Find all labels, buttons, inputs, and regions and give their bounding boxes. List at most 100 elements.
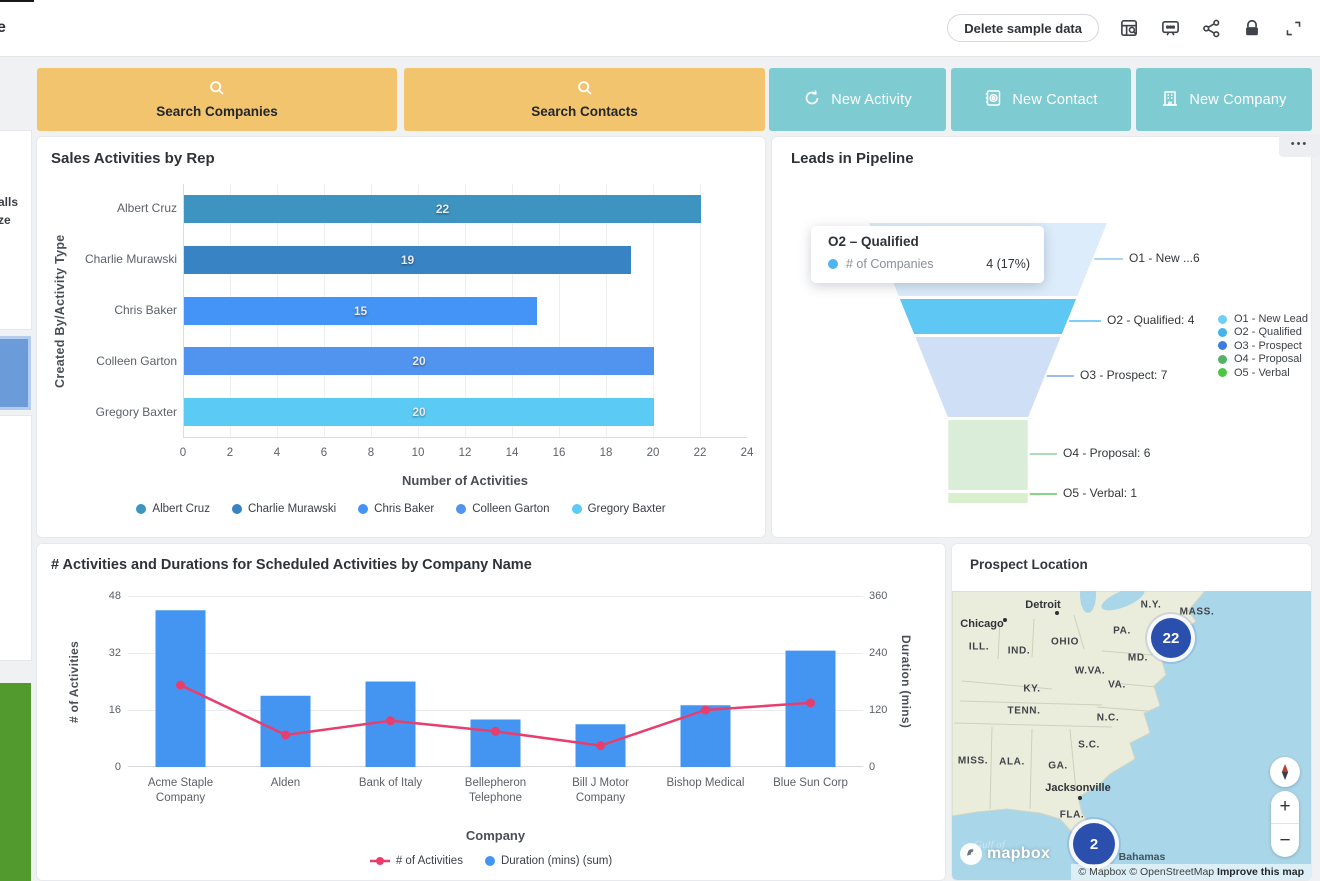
right-tick: 240 bbox=[869, 647, 909, 659]
building-icon bbox=[1161, 89, 1179, 111]
category-label: Colleen Garton bbox=[71, 354, 177, 368]
duration-bar[interactable] bbox=[471, 720, 521, 768]
report-search-icon[interactable] bbox=[1118, 17, 1140, 39]
category-label: Gregory Baxter bbox=[71, 405, 177, 419]
bar[interactable]: 15 bbox=[184, 297, 537, 325]
activities-point[interactable] bbox=[176, 681, 185, 690]
category-label: Bank of Italy bbox=[338, 776, 444, 791]
legend-item[interactable]: Duration (mins) (sum) bbox=[485, 855, 612, 867]
button-label: New Contact bbox=[1012, 92, 1097, 108]
activities-point[interactable] bbox=[281, 730, 290, 739]
map[interactable]: Gulf of DetroitChicagoJacksonvilleN.Y.MA… bbox=[952, 591, 1311, 881]
x-axis-title: Company bbox=[128, 828, 863, 843]
search-companies-button[interactable]: Search Companies bbox=[37, 68, 397, 131]
bar[interactable]: 20 bbox=[184, 398, 654, 426]
legend-item[interactable]: Albert Cruz bbox=[136, 503, 210, 515]
tooltip-title: O2 – Qualified bbox=[828, 234, 919, 249]
legend-item[interactable]: Charlie Murawski bbox=[232, 503, 336, 515]
prospect-location-card: Prospect Location Gulf of DetroitChicago… bbox=[951, 543, 1312, 881]
category-label: Bishop Medical bbox=[653, 776, 759, 791]
legend-dot bbox=[1218, 328, 1227, 337]
state-label: N.Y. bbox=[1141, 600, 1162, 611]
legend-item[interactable]: Colleen Garton bbox=[456, 503, 549, 515]
state-label: PA. bbox=[1113, 626, 1131, 637]
state-label: W.VA. bbox=[1075, 666, 1106, 677]
state-label: FLA. bbox=[1060, 810, 1085, 821]
activities-point[interactable] bbox=[596, 741, 605, 750]
legend-item[interactable]: O5 - Verbal bbox=[1218, 367, 1290, 379]
legend-dot bbox=[232, 504, 242, 514]
expand-icon[interactable] bbox=[1282, 17, 1304, 39]
duration-bar[interactable] bbox=[786, 651, 836, 767]
legend-dot bbox=[485, 856, 495, 866]
cluster-marker[interactable]: 2 bbox=[1069, 819, 1119, 869]
x-tick: 10 bbox=[412, 447, 425, 459]
new-contact-button[interactable]: New Contact bbox=[951, 68, 1131, 131]
legend-dot bbox=[1218, 315, 1227, 324]
share-icon[interactable] bbox=[1200, 17, 1222, 39]
activities-point[interactable] bbox=[386, 716, 395, 725]
category-label: Bill J Motor Company bbox=[548, 776, 654, 806]
legend-dot bbox=[136, 504, 146, 514]
sidebar-green-card[interactable] bbox=[0, 683, 31, 881]
bar[interactable]: 22 bbox=[184, 195, 701, 223]
left-tick: 32 bbox=[85, 647, 121, 659]
funnel-stage-label: O3 - Prospect: 7 bbox=[1080, 368, 1167, 382]
cluster-marker[interactable]: 22 bbox=[1147, 614, 1195, 662]
city-dot bbox=[1003, 618, 1007, 622]
legend-dot bbox=[1218, 355, 1227, 364]
legend-item[interactable]: # of Activities bbox=[370, 855, 463, 867]
legend-item[interactable]: O2 - Qualified bbox=[1218, 326, 1302, 338]
funnel-stage[interactable] bbox=[915, 337, 1060, 417]
state-label: MISS. bbox=[958, 756, 988, 767]
new-activity-button[interactable]: New Activity bbox=[769, 68, 946, 131]
mapbox-logo[interactable]: mapbox bbox=[959, 842, 1050, 866]
activities-point[interactable] bbox=[491, 727, 500, 736]
x-tick: 24 bbox=[741, 447, 754, 459]
x-tick: 4 bbox=[274, 447, 280, 459]
x-tick: 2 bbox=[227, 447, 233, 459]
improve-map-link[interactable]: Improve this map bbox=[1217, 866, 1304, 878]
funnel-stage[interactable] bbox=[900, 299, 1076, 334]
sidebar-card-middle bbox=[0, 415, 32, 661]
left-axis-title: # of Activities bbox=[67, 596, 81, 767]
bar[interactable]: 19 bbox=[184, 246, 631, 274]
funnel-stage-label: O4 - Proposal: 6 bbox=[1063, 446, 1150, 460]
card-menu-button[interactable]: ••• bbox=[1279, 134, 1320, 157]
legend-item[interactable]: O3 - Prospect bbox=[1218, 340, 1302, 352]
mapbox-wordmark: mapbox bbox=[987, 845, 1050, 863]
lock-icon[interactable] bbox=[1241, 17, 1263, 39]
legend-item[interactable]: Gregory Baxter bbox=[572, 503, 666, 515]
activities-point[interactable] bbox=[806, 698, 815, 707]
legend-item[interactable]: O4 - Proposal bbox=[1218, 353, 1302, 365]
presentation-icon[interactable] bbox=[1159, 17, 1181, 39]
search-contacts-button[interactable]: Search Contacts bbox=[404, 68, 765, 131]
funnel-stage[interactable] bbox=[948, 493, 1027, 503]
delete-sample-data-button[interactable]: Delete sample data bbox=[947, 14, 1099, 42]
city-label: Detroit bbox=[1025, 599, 1060, 611]
new-company-button[interactable]: New Company bbox=[1136, 68, 1312, 131]
state-label: OHIO bbox=[1051, 637, 1079, 648]
x-tick: 6 bbox=[321, 447, 327, 459]
zoom-in-button[interactable]: + bbox=[1271, 791, 1299, 824]
x-tick: 14 bbox=[506, 447, 519, 459]
activities-durations-card: # Activities and Durations for Scheduled… bbox=[36, 543, 946, 881]
x-tick: 18 bbox=[600, 447, 613, 459]
tooltip-series-name: # of Companies bbox=[846, 257, 934, 271]
compass-control[interactable] bbox=[1270, 757, 1300, 787]
category-label: Charlie Murawski bbox=[71, 252, 177, 266]
right-axis-title: Duration (mins) bbox=[899, 596, 913, 767]
legend-item[interactable]: O1 - New Lead bbox=[1218, 313, 1308, 325]
category-label: Blue Sun Corp bbox=[758, 776, 864, 791]
funnel-stage-label: O2 - Qualified: 4 bbox=[1107, 313, 1194, 327]
legend-item[interactable]: Chris Baker bbox=[358, 503, 434, 515]
search-icon bbox=[209, 80, 225, 101]
legend-dot bbox=[572, 504, 582, 514]
chart-legend: # of Activities Duration (mins) (sum) bbox=[37, 855, 945, 867]
activities-point[interactable] bbox=[701, 706, 710, 715]
zoom-out-button[interactable]: − bbox=[1271, 824, 1299, 857]
bar[interactable]: 20 bbox=[184, 347, 654, 375]
sidebar-blue-card[interactable] bbox=[0, 336, 31, 410]
funnel-stage[interactable] bbox=[948, 420, 1027, 490]
duration-bar[interactable] bbox=[681, 705, 731, 767]
